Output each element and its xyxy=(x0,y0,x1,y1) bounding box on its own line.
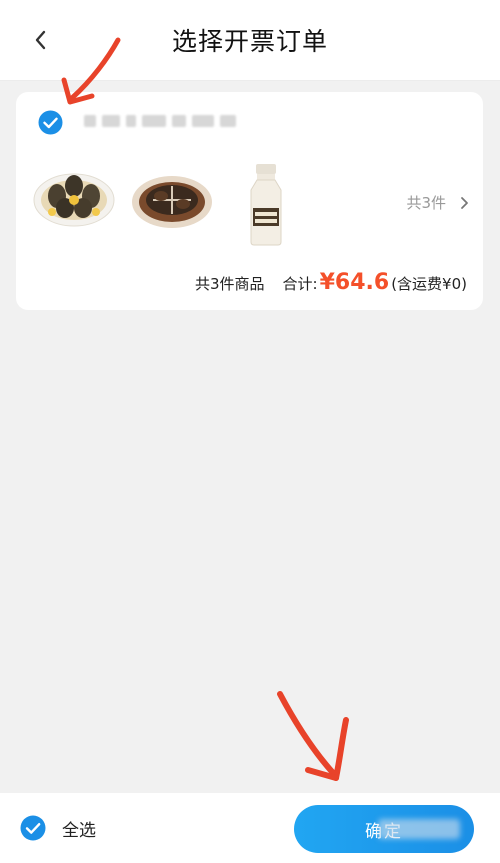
product-count-label: 共3件 xyxy=(406,194,446,212)
total-price: ¥64.6 xyxy=(319,270,390,295)
app-header: 选择开票订单 xyxy=(0,0,500,81)
order-checkbox[interactable] xyxy=(38,110,63,135)
order-summary: 共3件商品 合计: ¥64.6 (含运费¥0) xyxy=(195,270,467,295)
product-count-link[interactable]: 共3件 xyxy=(406,192,469,213)
total-label: 合计: xyxy=(282,275,318,293)
bottom-bar: 全选 确定 xyxy=(0,793,500,863)
page-title: 选择开票订单 xyxy=(171,27,328,56)
select-all-checkbox-icon[interactable] xyxy=(20,815,46,841)
items-count-text: 共3件商品 xyxy=(195,275,265,293)
order-card[interactable]: ■■■■ 54 13: ■■■ 共3件 共3件商品 xyxy=(16,92,483,310)
select-all-toggle[interactable]: 全选 xyxy=(20,815,96,841)
order-id: ■■■■ 54 13: ■■■ xyxy=(84,110,274,132)
confirm-button[interactable]: 确定 xyxy=(294,805,474,853)
chevron-right-icon xyxy=(461,196,468,209)
product-thumb-milk[interactable] xyxy=(244,164,288,246)
select-all-label: 全选 xyxy=(62,820,96,841)
product-thumb-crab[interactable] xyxy=(131,172,213,230)
product-thumb-seafood[interactable] xyxy=(32,164,116,234)
shipping-fee-text: (含运费¥0) xyxy=(391,275,467,293)
annotation-arrow-icon xyxy=(277,691,349,781)
